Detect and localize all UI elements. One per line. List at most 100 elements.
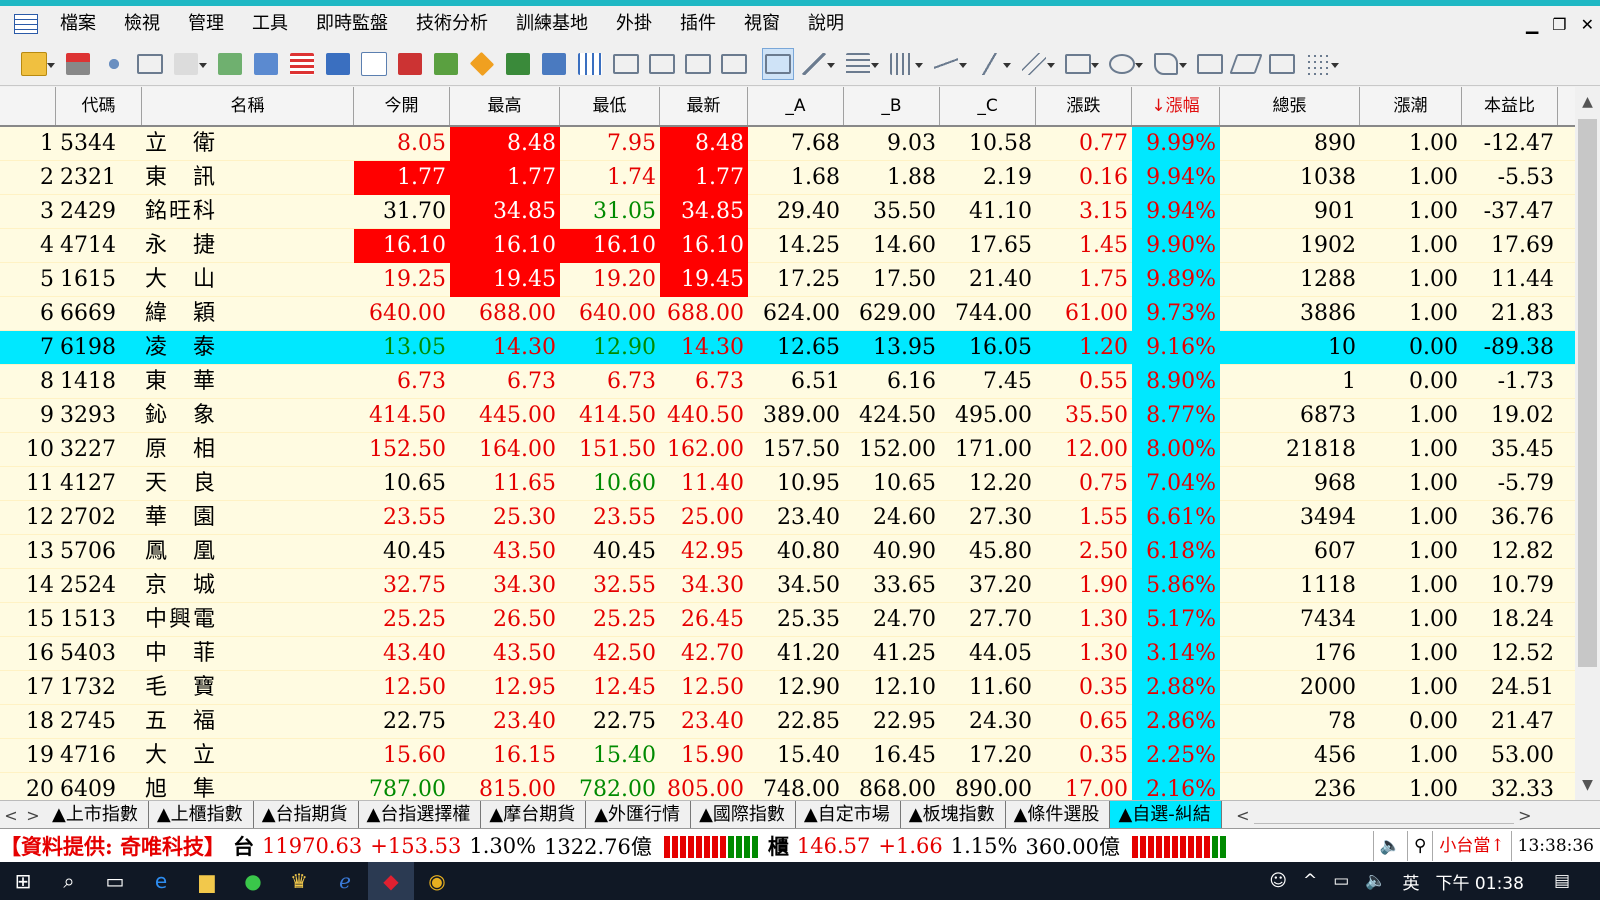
warning-icon[interactable]: [466, 48, 498, 80]
menu-item-8[interactable]: 插件: [666, 6, 730, 42]
tab-scroll-right-icon[interactable]: >: [1514, 806, 1536, 825]
tab-1[interactable]: ▲上櫃指數: [149, 801, 254, 829]
trend-chart-icon[interactable]: [538, 48, 570, 80]
table-row[interactable]: 20 6409 旭 隼 787.00 815.00 782.00 805.00 748.00 8…: [0, 773, 1575, 800]
table-row[interactable]: 13 5706 鳳 凰 40.45 43.50 40.45 42.95 40.80 40.90 4…: [0, 535, 1575, 569]
menu-item-1[interactable]: 檢視: [110, 6, 174, 42]
window-split-icon[interactable]: [682, 48, 714, 80]
line-chart-icon[interactable]: [646, 48, 678, 80]
table-row[interactable]: 17 1732 毛 寶 12.50 12.95 12.45 12.50 12.90 12.10 1…: [0, 671, 1575, 705]
windows-start-icon[interactable]: ⊞: [0, 862, 46, 900]
clone-window-icon[interactable]: [1266, 48, 1298, 80]
table-row[interactable]: 9 3293 鈊 象 414.50 445.00 414.50 440.50 389.00 42…: [0, 399, 1575, 433]
col-a[interactable]: _A: [748, 87, 844, 125]
text-tool-icon[interactable]: [1150, 48, 1187, 80]
edge-browser-icon[interactable]: e: [138, 862, 184, 900]
restore-icon[interactable]: ❐: [1552, 15, 1566, 34]
menu-item-7[interactable]: 外掛: [602, 6, 666, 42]
network-icon[interactable]: ▭: [1333, 871, 1349, 891]
percent-chart-2-icon[interactable]: [250, 48, 282, 80]
draw-select-icon[interactable]: [762, 47, 794, 80]
scroll-thumb[interactable]: [1578, 119, 1597, 667]
quote-board-icon[interactable]: [62, 48, 94, 80]
scroll-up-icon[interactable]: ▲: [1575, 87, 1600, 117]
document-icon[interactable]: [358, 48, 390, 80]
table-row[interactable]: 1 5344 立 衛 8.05 8.48 7.95 8.48 7.68 9.03 10.58 0.7…: [0, 127, 1575, 161]
tab-0[interactable]: ▲上市指數: [44, 801, 149, 829]
menu-item-5[interactable]: 技術分析: [402, 6, 502, 42]
vlines-tool-icon[interactable]: [886, 48, 923, 80]
table-row[interactable]: 14 2524 京 城 32.75 34.30 32.55 34.30 34.50 33.65 3…: [0, 569, 1575, 603]
task-view-icon[interactable]: ▭: [92, 862, 138, 900]
table-row[interactable]: 5 1615 大 山 19.25 19.45 19.20 19.45 17.25 17.50 21…: [0, 263, 1575, 297]
menu-item-2[interactable]: 管理: [174, 6, 238, 42]
table-row[interactable]: 4 4714 永 捷 16.10 16.10 16.10 16.10 14.25 14.60 17…: [0, 229, 1575, 263]
file-explorer-icon[interactable]: ▆: [184, 862, 230, 900]
tab-9[interactable]: ▲條件選股: [1006, 801, 1111, 829]
col-open[interactable]: 今開: [354, 87, 450, 125]
tab-2[interactable]: ▲台指期貨: [254, 801, 359, 829]
table-row[interactable]: 3 2429 銘旺科 31.70 34.85 31.05 34.85 29.40 35.50 41…: [0, 195, 1575, 229]
col-last[interactable]: 最新: [660, 87, 748, 125]
fib-tool-icon[interactable]: [974, 48, 1011, 80]
percent-chart-icon[interactable]: [214, 48, 246, 80]
col-low[interactable]: 最低: [560, 87, 660, 125]
table-row[interactable]: 15 1513 中興電 25.25 26.50 25.25 26.45 25.35 24.70 2…: [0, 603, 1575, 637]
layers-icon[interactable]: [322, 48, 354, 80]
rights-icon[interactable]: [170, 48, 207, 80]
fan-tool-icon[interactable]: [930, 48, 967, 80]
taskbar-clock[interactable]: 下午 01:38: [1436, 869, 1524, 894]
rectangle-tool-icon[interactable]: [1062, 48, 1099, 80]
circle-tool-icon[interactable]: [1106, 48, 1143, 80]
channel-tool-icon[interactable]: [1018, 48, 1055, 80]
trading-app-icon[interactable]: ◆: [368, 862, 414, 900]
table-row[interactable]: 6 6669 緯 穎 640.00 688.00 640.00 688.00 624.00 62…: [0, 297, 1575, 331]
tab-8[interactable]: ▲板塊指數: [901, 801, 1006, 829]
tray-expand-icon[interactable]: ^: [1303, 871, 1317, 891]
money-icon[interactable]: [430, 48, 462, 80]
menu-item-6[interactable]: 訓練基地: [502, 6, 602, 42]
panel-icon[interactable]: [610, 48, 642, 80]
window-icon[interactable]: [134, 48, 166, 80]
scroll-down-icon[interactable]: ▼: [1575, 770, 1600, 800]
tab-5[interactable]: ▲外匯行情: [586, 801, 692, 829]
table-row[interactable]: 7 6198 凌 泰 13.05 14.30 12.90 14.30 12.65 13.95 16…: [0, 331, 1575, 365]
open-folder-icon[interactable]: [18, 48, 55, 80]
ime-indicator[interactable]: 英: [1403, 869, 1420, 894]
tab-3[interactable]: ▲台指選擇權: [359, 801, 482, 829]
people-icon[interactable]: ☺: [1269, 871, 1287, 891]
col-b[interactable]: _B: [844, 87, 940, 125]
col-c[interactable]: _C: [940, 87, 1036, 125]
speaker-icon[interactable]: 🔈: [1372, 831, 1407, 861]
line-app-icon[interactable]: ●: [230, 862, 276, 900]
col-name[interactable]: 名稱: [142, 87, 354, 125]
table-row[interactable]: 18 2745 五 福 22.75 23.40 22.75 23.40 22.85 22.95 2…: [0, 705, 1575, 739]
menu-item-9[interactable]: 視窗: [730, 6, 794, 42]
menu-item-0[interactable]: 檔案: [46, 6, 110, 42]
tab-scroll-track[interactable]: [1253, 807, 1514, 824]
search-icon[interactable]: ⌕: [46, 862, 92, 900]
analysis-icon[interactable]: [502, 48, 534, 80]
tab-6[interactable]: ▲國際指數: [691, 801, 796, 829]
app-icon[interactable]: [14, 14, 38, 34]
tab-10[interactable]: ▲自選-糾結: [1110, 801, 1222, 829]
volume-icon[interactable]: 🔈: [1365, 871, 1386, 891]
tab-next-icon[interactable]: >: [22, 806, 44, 825]
vertical-scrollbar[interactable]: ▲ ▼: [1575, 87, 1600, 800]
tab-4[interactable]: ▲摩台期貨: [481, 801, 587, 829]
copy-tool-icon[interactable]: [1194, 48, 1226, 80]
tab-7[interactable]: ▲自定市場: [796, 801, 901, 829]
table-row[interactable]: 19 4716 大 立 15.60 16.15 15.40 15.90 15.40 16.45 1…: [0, 739, 1575, 773]
more-tools-icon[interactable]: [1302, 48, 1339, 80]
col-change[interactable]: 漲跌: [1036, 87, 1132, 125]
table-row[interactable]: 12 2702 華 園 23.55 25.30 23.55 25.00 23.40 24.60 2…: [0, 501, 1575, 535]
connection-icon[interactable]: ⚲: [1406, 831, 1432, 861]
col-tide[interactable]: 漲潮: [1360, 87, 1462, 125]
close-icon[interactable]: ✕: [1581, 15, 1594, 34]
minimize-icon[interactable]: ▁: [1526, 15, 1538, 34]
tab-prev-icon[interactable]: <: [0, 806, 22, 825]
table-row[interactable]: 16 5403 中 菲 43.40 43.50 42.50 42.70 41.20 41.25 4…: [0, 637, 1575, 671]
col-volume[interactable]: 總張: [1220, 87, 1360, 125]
col-pe[interactable]: 本益比: [1462, 87, 1558, 125]
settings-window-icon[interactable]: [718, 48, 750, 80]
